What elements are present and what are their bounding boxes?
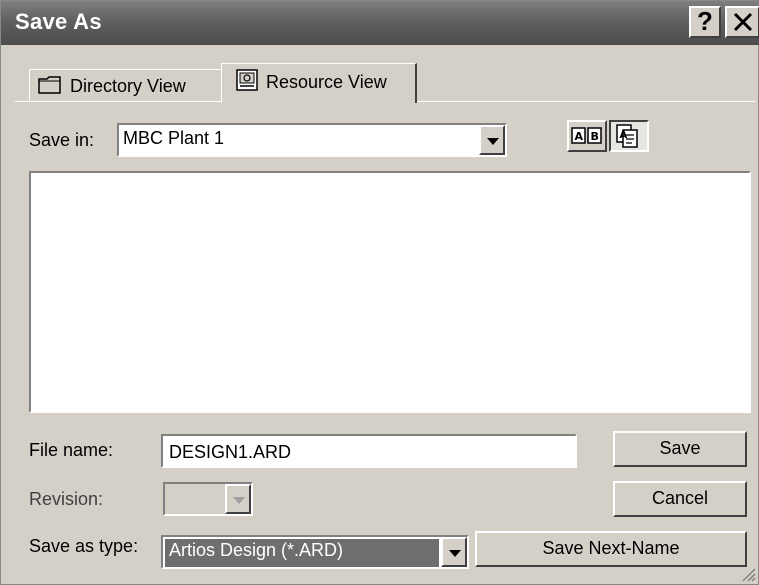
window-title: Save As <box>15 9 102 34</box>
chevron-down-icon[interactable] <box>441 537 467 567</box>
tab-directory-view[interactable]: Directory View <box>29 69 225 101</box>
resource-icon <box>236 69 258 96</box>
save-next-name-button[interactable]: Save Next-Name <box>475 531 747 567</box>
svg-text:B: B <box>591 130 599 143</box>
resource-list[interactable] <box>29 171 751 413</box>
detail-view-icon: A <box>616 124 638 148</box>
folder-icon <box>38 75 62 100</box>
save-in-value: MBC Plant 1 <box>123 128 225 148</box>
detail-view-button[interactable]: A <box>609 120 649 152</box>
save-as-type-label: Save as type: <box>29 536 139 556</box>
close-icon <box>733 12 752 32</box>
file-name-field[interactable] <box>161 434 577 468</box>
tab-directory-view-label: Directory View <box>70 76 186 96</box>
save-as-type-dropdown[interactable]: Artios Design (*.ARD) <box>161 535 469 569</box>
save-as-type-value: Artios Design (*.ARD) <box>165 539 439 567</box>
revision-dropdown <box>163 482 253 516</box>
view-toggle-group: A B A <box>567 120 651 154</box>
save-in-label: Save in: <box>29 130 95 150</box>
chevron-down-icon <box>225 484 251 514</box>
list-view-icon: A B <box>571 127 602 144</box>
file-name-label: File name: <box>29 440 114 460</box>
chevron-down-icon[interactable] <box>479 125 505 155</box>
tab-resource-view-label: Resource View <box>266 72 387 92</box>
save-in-dropdown[interactable]: MBC Plant 1 <box>117 123 507 157</box>
title-bar[interactable]: Save As ? <box>1 1 759 45</box>
tab-resource-view[interactable]: Resource View <box>221 63 417 103</box>
svg-text:A: A <box>575 130 584 143</box>
cancel-button[interactable]: Cancel <box>613 481 747 517</box>
save-as-dialog: Save As ? Directory View Resource View S… <box>0 0 759 585</box>
file-name-input[interactable] <box>163 436 575 468</box>
list-view-button[interactable]: A B <box>567 120 607 152</box>
revision-label: Revision: <box>29 489 104 509</box>
close-button[interactable] <box>725 6 759 38</box>
resize-grip-icon[interactable] <box>740 566 756 582</box>
save-button[interactable]: Save <box>613 431 747 467</box>
help-button[interactable]: ? <box>689 6 721 38</box>
